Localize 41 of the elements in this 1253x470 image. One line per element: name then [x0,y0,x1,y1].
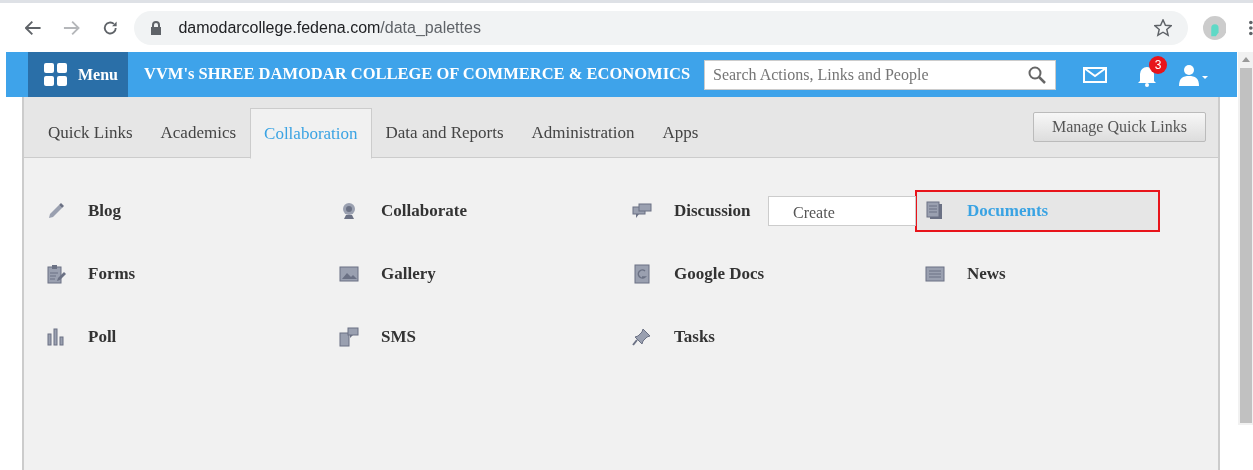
star-icon[interactable] [1153,18,1172,37]
search-icon[interactable] [1028,65,1046,84]
menu-button[interactable]: Menu [28,52,128,97]
create-popup[interactable]: Create [768,196,916,226]
scrollbar[interactable] [1238,52,1253,425]
pushpin-icon [632,327,652,347]
module-link[interactable]: Collaborate [337,190,630,232]
module-link[interactable]: Gallery [337,253,630,295]
module-link[interactable]: Forms [44,253,337,295]
bell-icon[interactable] [1137,65,1157,88]
mail-icon[interactable] [1083,66,1107,83]
nav-tab[interactable]: Administration [517,108,649,158]
back-icon[interactable] [25,19,42,36]
grid-icon [44,62,68,87]
module-link[interactable]: Poll [44,316,337,358]
clipboard-icon [46,264,66,284]
url-text: damodarcollege.fedena.com/data_palettes [178,17,481,38]
notification-count: 3 [1149,55,1167,74]
nav-tab[interactable]: Apps [648,108,713,158]
nav-tab[interactable]: Quick Links [34,108,147,158]
newspaper-icon [925,264,945,284]
documents-icon [925,201,945,221]
lock-icon [150,20,163,35]
google-doc-icon [632,264,652,284]
college-title: VVM's SHREE DAMODAR COLLEGE OF COMMERCE & ECONOMICS [144,63,691,86]
user-icon[interactable] [1179,63,1209,86]
module-link[interactable]: Tasks [630,316,923,358]
module-link[interactable]: SMS [337,316,630,358]
manage-quick-links-button[interactable]: Manage Quick Links [1032,112,1206,142]
phone-message-icon [339,327,359,347]
search-field[interactable]: Search Actions, Links and People [704,59,1056,90]
bar-chart-icon [46,327,66,347]
nav-tab[interactable]: Data and Reports [371,108,518,158]
module-link[interactable]: Blog [44,190,337,232]
more-icon[interactable] [1249,19,1253,36]
module-link[interactable]: News [923,253,1216,295]
image-icon [339,264,359,284]
module-link[interactable]: Google Docs [630,253,923,295]
nav-tab[interactable]: Academics [146,108,251,158]
address-bar[interactable]: damodarcollege.fedena.com/data_palettes [134,10,1188,45]
pencil-icon [46,201,66,221]
